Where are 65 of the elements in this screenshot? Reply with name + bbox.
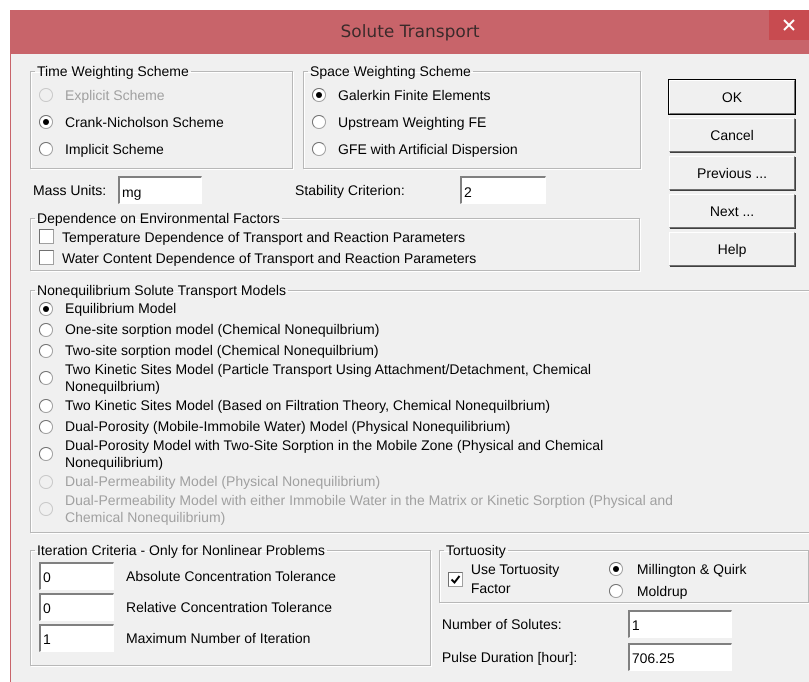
radio-label: Equilibrium Model xyxy=(65,300,176,317)
radio-button[interactable] xyxy=(312,114,326,128)
radio-label: Explicit Scheme xyxy=(65,86,165,102)
field-label: Pulse Duration [hour]: xyxy=(442,648,578,664)
radio-button[interactable] xyxy=(608,584,623,598)
radio-button[interactable] xyxy=(608,562,623,576)
input-field[interactable]: 706.25 xyxy=(628,642,732,670)
radio-label: Galerkin Finite Elements xyxy=(338,86,491,102)
checkbox[interactable] xyxy=(39,229,54,244)
input-field[interactable]: 2 xyxy=(460,176,546,204)
radio-label: One-site sorption model (Chemical Nonequilbrium) xyxy=(65,321,380,338)
field-label: Maximum Number of Iteration xyxy=(126,630,310,646)
input-field[interactable]: 0 xyxy=(39,562,114,590)
radio-button[interactable] xyxy=(39,420,53,434)
dialog-button[interactable]: OK xyxy=(669,80,795,114)
radio-label: Two-site sorption model (Chemical Nonequilbrium) xyxy=(65,342,379,359)
radio-button[interactable] xyxy=(39,302,53,316)
radio-label: Two Kinetic Sites Model (Based on Filtration Theory, Chemical Nonequilbrium) xyxy=(65,397,550,414)
radio-button[interactable] xyxy=(39,371,53,385)
group-title: Iteration Criteria - Only for Nonlinear Problems xyxy=(36,542,326,558)
radio-button[interactable] xyxy=(312,142,326,156)
input-field[interactable]: 0 xyxy=(39,592,114,620)
field-label: Absolute Concentration Tolerance xyxy=(126,568,336,584)
group-title: Dependence on Environmental Factors xyxy=(36,210,281,226)
group-title: Nonequilibrium Solute Transport Models xyxy=(36,282,288,298)
dialog-button[interactable]: Cancel xyxy=(669,118,795,152)
radio-label: Dual-Permeability Model with either Immobile Water in the Matrix or Kinetic Sorption (Physical and Chemical Nonequilibrium) xyxy=(65,492,674,526)
radio-button[interactable] xyxy=(39,344,53,358)
close-button[interactable] xyxy=(769,10,809,40)
field-label: Number of Solutes: xyxy=(442,616,563,632)
radio-label: Moldrup xyxy=(636,583,688,599)
radio-button[interactable] xyxy=(39,322,53,336)
checkbox-label: Temperature Dependence of Transport and Reaction Parameters xyxy=(62,228,466,244)
radio-button[interactable] xyxy=(39,447,53,461)
radio-label: Dual-Porosity Model with Two-Site Sorption in the Mobile Zone (Physical and Chemical Nonequilibrium) xyxy=(65,437,604,471)
checkbox[interactable] xyxy=(448,572,463,586)
close-icon xyxy=(783,19,795,31)
radio-label: Crank-Nicholson Scheme xyxy=(65,114,224,130)
input-field[interactable]: 1 xyxy=(39,624,114,652)
dialog-button[interactable]: Help xyxy=(669,232,795,266)
checkbox-label: Use Tortuosity Factor xyxy=(470,560,560,598)
group-title: Tortuosity xyxy=(444,542,507,558)
dialog-button[interactable]: Previous ... xyxy=(669,156,795,190)
dialog-button[interactable]: Next ... xyxy=(669,194,795,228)
radio-label: GFE with Artificial Dispersion xyxy=(338,140,518,156)
radio-button[interactable] xyxy=(39,398,53,412)
input-field[interactable]: mg xyxy=(118,176,202,204)
field-label: Stability Criterion: xyxy=(295,182,406,198)
radio-label: Two Kinetic Sites Model (Particle Transport Using Attachment/Detachment, Chemical Nonequilbrium) xyxy=(65,361,592,395)
radio-label: Upstream Weighting FE xyxy=(338,114,486,130)
field-label: Mass Units: xyxy=(33,182,108,198)
group-title: Space Weighting Scheme xyxy=(309,63,472,79)
input-field[interactable]: 1 xyxy=(628,610,732,638)
radio-label: Implicit Scheme xyxy=(65,140,164,156)
group-title: Time Weighting Scheme xyxy=(36,63,190,79)
window-title: Solute Transport xyxy=(340,22,480,42)
radio-label: Millington & Quirk xyxy=(636,561,747,577)
field-label: Relative Concentration Tolerance xyxy=(126,598,332,614)
radio-button[interactable] xyxy=(39,142,53,156)
radio-label: Dual-Permeability Model (Physical Nonequilibrium) xyxy=(65,473,380,490)
radio-label: Dual-Porosity (Mobile-Immobile Water) Model (Physical Nonequilibrium) xyxy=(65,418,510,435)
radio-button[interactable] xyxy=(312,88,326,102)
checkbox-label: Water Content Dependence of Transport and Reaction Parameters xyxy=(62,250,476,266)
radio-button[interactable] xyxy=(39,114,53,128)
checkbox[interactable] xyxy=(39,250,54,265)
